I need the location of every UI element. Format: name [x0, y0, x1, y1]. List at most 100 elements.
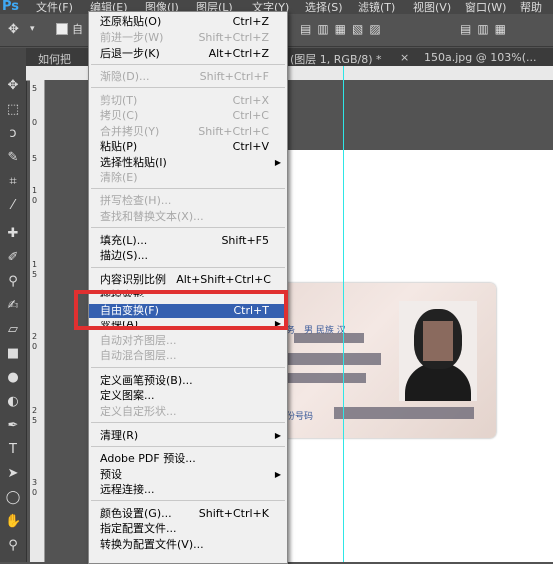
type-tool-icon[interactable]: T	[5, 442, 21, 458]
menu-window[interactable]: 窗口(W)	[465, 0, 506, 15]
menu-item-label: 前进一步(W)	[100, 31, 164, 44]
menu-item-remote-connections[interactable]: 远程连接...	[89, 483, 287, 497]
menu-filter[interactable]: 滤镜(T)	[358, 0, 395, 15]
menu-item-fill[interactable]: 填充(L)... Shift+F5	[89, 234, 287, 248]
blur-tool-icon[interactable]: ●	[5, 370, 21, 386]
menu-item-step-forward[interactable]: 前进一步(W) Shift+Ctrl+Z	[89, 31, 287, 45]
menu-item-convert-profile[interactable]: 转换为配置文件(V)...	[89, 538, 287, 552]
menu-item-color-settings[interactable]: 颜色设置(G)... Shift+Ctrl+K	[89, 507, 287, 521]
menu-item-label: 查找和替换文本(X)...	[100, 210, 204, 223]
lasso-tool-icon[interactable]: ↄ	[5, 126, 21, 142]
menu-item-presets[interactable]: 预设 ▶	[89, 468, 287, 482]
ellipse-tool-icon[interactable]: ◯	[5, 490, 21, 506]
ruler-tick-label: 0	[32, 196, 38, 205]
menu-item-auto-blend-layers[interactable]: 自动混合图层...	[89, 349, 287, 363]
menu-item-shortcut: Shift+Ctrl+C	[198, 125, 269, 138]
menu-separator	[91, 267, 285, 268]
menu-item-label: 拼写检查(H)...	[100, 194, 172, 207]
guide-line[interactable]	[343, 66, 344, 562]
menu-item-paste-special[interactable]: 选择性粘贴(I) ▶	[89, 156, 287, 170]
marquee-tool-icon[interactable]: ⬚	[5, 102, 21, 118]
menu-item-shortcut: Shift+Ctrl+K	[198, 507, 269, 520]
menu-item-spell-check[interactable]: 拼写检查(H)...	[89, 194, 287, 208]
photo-face-pixelated	[423, 321, 453, 361]
menu-item-label: 指定配置文件...	[100, 522, 177, 535]
pen-tool-icon[interactable]: ✒	[5, 418, 21, 434]
tab-close-icon[interactable]: ×	[400, 51, 409, 64]
brush-tool-icon[interactable]: ✐	[5, 250, 21, 266]
photoshop-logo: Ps	[2, 0, 20, 14]
hand-tool-icon[interactable]: ✋	[5, 514, 21, 530]
menu-item-find-replace[interactable]: 查找和替换文本(X)...	[89, 210, 287, 224]
align-icons[interactable]: ▤▥▦▧▨	[300, 22, 387, 36]
menu-separator	[91, 227, 285, 228]
chevron-down-icon[interactable]: ▾	[30, 24, 35, 34]
menu-item-clear[interactable]: 清除(E)	[89, 171, 287, 185]
healing-brush-tool-icon[interactable]: ✚	[5, 226, 21, 242]
menu-item-stroke[interactable]: 描边(S)...	[89, 249, 287, 263]
auto-select-checkbox[interactable]	[56, 23, 68, 35]
menu-item-define-brush[interactable]: 定义画笔预设(B)...	[89, 374, 287, 388]
edit-menu-dropdown: 还原粘贴(O) Ctrl+Z 前进一步(W) Shift+Ctrl+Z 后退一步(K…	[88, 11, 288, 564]
menu-item-label: 清理(R)	[100, 429, 139, 442]
menu-item-paste[interactable]: 粘贴(P) Ctrl+V	[89, 140, 287, 154]
eraser-tool-icon[interactable]: ▱	[5, 322, 21, 338]
move-tool-icon[interactable]: ✥	[5, 78, 21, 94]
menu-item-copy[interactable]: 拷贝(C) Ctrl+C	[89, 109, 287, 123]
menu-item-purge[interactable]: 清理(R) ▶	[89, 429, 287, 443]
menu-item-label: Adobe PDF 预设...	[100, 452, 196, 465]
eyedropper-tool-icon[interactable]: ⁄	[5, 198, 21, 214]
card-label: 份号码	[286, 412, 314, 422]
menu-file[interactable]: 文件(F)	[36, 0, 73, 15]
menu-item-label: 预设	[100, 468, 122, 481]
menu-item-define-custom-shape[interactable]: 定义自定形状...	[89, 405, 287, 419]
id-photo	[399, 301, 477, 401]
pixelated-text	[286, 373, 366, 383]
menu-item-shortcut: Ctrl+V	[232, 140, 269, 153]
baidu-watermark: Bai 百 经验	[420, 509, 530, 533]
quick-select-tool-icon[interactable]: ✎	[5, 150, 21, 166]
clone-stamp-tool-icon[interactable]: ⚲	[5, 274, 21, 290]
pixelated-number	[334, 407, 474, 419]
menu-item-define-pattern[interactable]: 定义图案...	[89, 389, 287, 403]
menu-item-undo-paste[interactable]: 还原粘贴(O) Ctrl+Z	[89, 15, 287, 29]
menu-item-step-backward[interactable]: 后退一步(K) Alt+Ctrl+Z	[89, 47, 287, 61]
pixelated-text	[286, 353, 381, 365]
menu-item-label: 自动对齐图层...	[100, 334, 177, 347]
submenu-arrow-icon: ▶	[274, 470, 281, 479]
menu-item-auto-align-layers[interactable]: 自动对齐图层...	[89, 334, 287, 348]
submenu-arrow-icon: ▶	[274, 431, 281, 440]
path-select-tool-icon[interactable]: ➤	[5, 466, 21, 482]
ruler-tick-label: 0	[32, 488, 38, 497]
menu-item-cut[interactable]: 剪切(T) Ctrl+X	[89, 94, 287, 108]
ruler-tick-label: 0	[32, 342, 38, 351]
menu-view[interactable]: 视图(V)	[413, 0, 451, 15]
menu-item-shortcut: Shift+Ctrl+F	[199, 70, 269, 83]
tab-document-1[interactable]: 如何把	[38, 51, 71, 67]
move-tool-icon[interactable]: ✥	[8, 22, 19, 37]
tab-document-1-info[interactable]: (图层 1, RGB/8) *	[290, 51, 382, 67]
menu-separator	[91, 188, 285, 189]
menu-item-shortcut: Ctrl+Z	[232, 15, 269, 28]
dodge-tool-icon[interactable]: ◐	[5, 394, 21, 410]
menu-separator	[91, 87, 285, 88]
zoom-tool-icon[interactable]: ⚲	[5, 538, 21, 554]
tab-document-2[interactable]: 150a.jpg @ 103%(...	[424, 51, 536, 64]
menu-item-assign-profile[interactable]: 指定配置文件...	[89, 522, 287, 536]
distribute-icons[interactable]: ▤▥▦	[460, 22, 512, 36]
menu-select[interactable]: 选择(S)	[305, 0, 343, 15]
menu-item-copy-merged[interactable]: 合并拷贝(Y) Shift+Ctrl+C	[89, 125, 287, 139]
menu-separator	[91, 367, 285, 368]
crop-tool-icon[interactable]: ⌗	[5, 174, 21, 190]
menu-item-label: 合并拷贝(Y)	[100, 125, 160, 138]
menu-item-label: 剪切(T)	[100, 94, 138, 107]
ruler-tick-label: 1	[32, 260, 38, 269]
gradient-tool-icon[interactable]: ■	[5, 346, 21, 362]
menu-item-content-aware-scale[interactable]: 内容识别比例 Alt+Shift+Ctrl+C	[89, 273, 287, 287]
menu-item-fade[interactable]: 渐隐(D)... Shift+Ctrl+F	[89, 70, 287, 84]
menu-help[interactable]: 帮助	[520, 0, 542, 15]
menu-item-shortcut: Ctrl+C	[232, 109, 269, 122]
id-card-image[interactable]: 务 男 民族 汉 份号码	[264, 283, 496, 438]
history-brush-tool-icon[interactable]: ✍	[5, 298, 21, 314]
menu-item-adobe-pdf-presets[interactable]: Adobe PDF 预设...	[89, 452, 287, 466]
